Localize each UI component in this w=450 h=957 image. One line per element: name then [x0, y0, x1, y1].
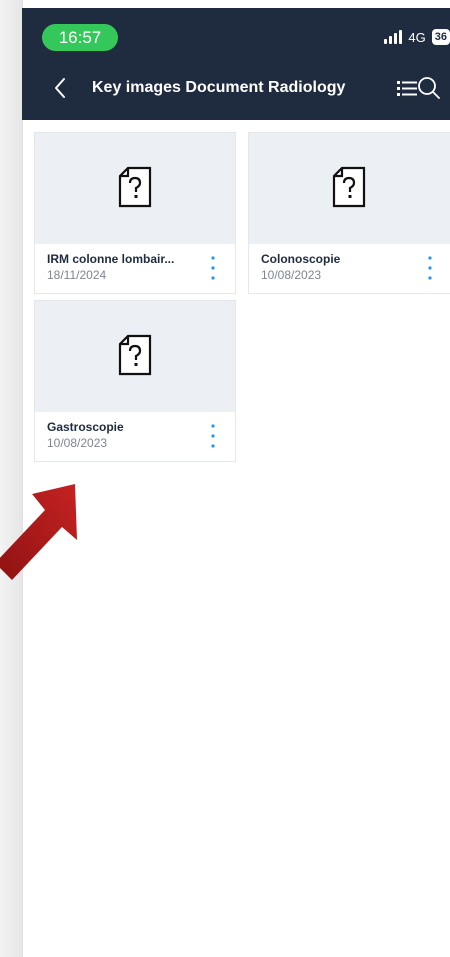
page-title: Key images Document Radiology — [92, 79, 346, 96]
document-name: Colonoscopie — [261, 252, 341, 266]
document-card[interactable]: Gastroscopie 10/08/2023 — [34, 300, 236, 462]
chevron-left-icon[interactable] — [50, 76, 72, 100]
unknown-file-icon — [332, 166, 366, 208]
battery-icon: 36 — [431, 29, 450, 45]
document-name: Gastroscopie — [47, 420, 124, 434]
document-date: 10/08/2023 — [47, 436, 108, 450]
document-thumbnail[interactable] — [249, 133, 450, 244]
more-vertical-icon[interactable] — [426, 253, 434, 283]
unknown-file-icon — [118, 334, 152, 376]
more-vertical-icon[interactable] — [209, 421, 217, 451]
document-meta: IRM colonne lombair... 18/11/2024 — [47, 252, 197, 283]
network-type: 4G — [408, 29, 426, 45]
document-card[interactable]: Colonoscopie 10/08/2023 — [248, 132, 450, 294]
document-date: 10/08/2023 — [261, 268, 322, 282]
document-date: 18/11/2024 — [47, 268, 107, 282]
more-vertical-icon[interactable] — [209, 253, 217, 283]
screen: 16:57 4G 36 Key images Document Radiolog… — [0, 0, 450, 957]
document-meta: Colonoscopie 10/08/2023 — [261, 252, 411, 283]
signal-icon — [384, 30, 403, 44]
app-header: Key images Document Radiology — [22, 56, 450, 120]
document-card[interactable]: IRM colonne lombair... 18/11/2024 — [34, 132, 236, 294]
annotation-arrow-icon — [0, 484, 77, 580]
battery-level: 36 — [431, 29, 450, 45]
document-thumbnail[interactable] — [35, 301, 235, 412]
status-indicators: 4G 36 — [384, 25, 450, 49]
document-meta: Gastroscopie 10/08/2023 — [47, 420, 197, 451]
document-name: IRM colonne lombair... — [47, 252, 175, 266]
search-icon[interactable] — [414, 73, 444, 103]
unknown-file-icon — [118, 166, 152, 208]
document-thumbnail[interactable] — [35, 133, 235, 244]
status-bar: 16:57 4G 36 — [22, 8, 450, 56]
status-time: 16:57 — [42, 24, 118, 51]
